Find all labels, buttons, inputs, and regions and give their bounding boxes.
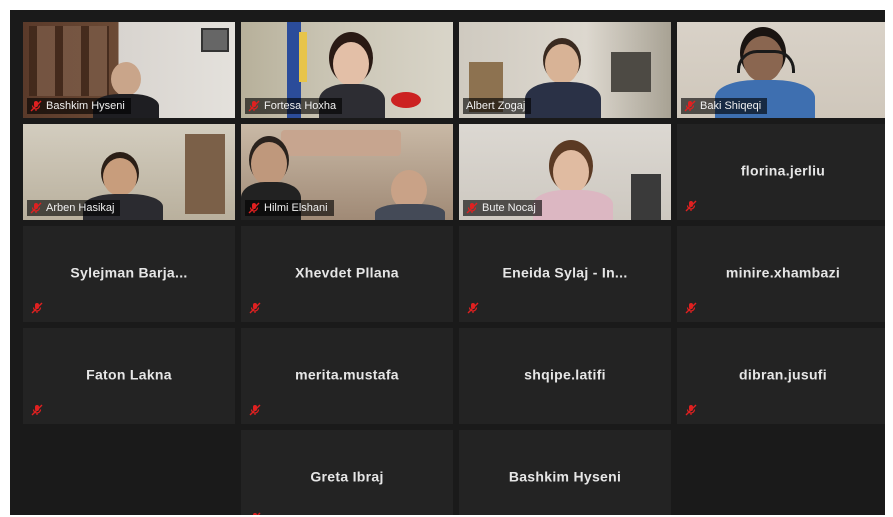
participant-tile-bashkim-hyseni[interactable]: Bashkim Hyseni <box>459 430 671 515</box>
participant-tile-faton-lakna[interactable]: Faton Lakna <box>23 328 235 424</box>
name-tag: Hilmi Elshani <box>245 200 334 216</box>
participant-name: Bashkim Hyseni <box>46 100 125 112</box>
microphone-muted-icon <box>249 302 261 314</box>
microphone-muted-icon <box>253 512 261 515</box>
microphone-muted-icon <box>31 404 43 416</box>
microphone-muted-icon <box>248 100 260 112</box>
participant-name: Xhevdet Pllana <box>295 264 399 281</box>
microphone-muted-icon <box>31 302 43 314</box>
participant-name: Baki Shiqeqi <box>700 100 762 112</box>
name-tag: Albert Zogaj <box>463 98 532 114</box>
participant-tile-albert-zogaj-video[interactable]: Albert Zogaj <box>459 22 671 118</box>
microphone-muted-icon <box>685 200 697 212</box>
microphone-muted-icon <box>248 202 260 214</box>
participant-tile-shqipe-latifi[interactable]: shqipe.latifi <box>459 328 671 424</box>
participant-tile-dibran-jusufi[interactable]: dibran.jusufi <box>677 328 885 424</box>
participant-name: Greta Ibraj <box>310 468 384 485</box>
name-tag: Bashkim Hyseni <box>27 98 131 114</box>
name-tag: Arben Hasikaj <box>27 200 121 216</box>
microphone-muted-icon <box>684 100 696 112</box>
participant-tile-merita-mustafa[interactable]: merita.mustafa <box>241 328 453 424</box>
name-tag: Baki Shiqeqi <box>681 98 768 114</box>
name-tag: Bute Nocaj <box>463 200 542 216</box>
participant-name: Arben Hasikaj <box>46 202 115 214</box>
participant-name: Hilmi Elshani <box>264 202 328 214</box>
participant-name: Albert Zogaj <box>466 100 526 112</box>
participant-tile-baki-shiqeqi-video[interactable]: Baki Shiqeqi <box>677 22 885 118</box>
microphone-muted-icon <box>30 100 42 112</box>
microphone-muted-icon <box>685 302 697 314</box>
meeting-gallery: Bashkim Hyseni Fortesa Hoxha Albert Zoga… <box>10 10 885 515</box>
participant-tile-minire-xhambazi[interactable]: minire.xhambazi <box>677 226 885 322</box>
participant-tile-bute-nocaj-video[interactable]: Bute Nocaj <box>459 124 671 220</box>
microphone-muted-icon <box>466 202 478 214</box>
participant-name: Bute Nocaj <box>482 202 536 214</box>
participant-tile-xhevdet-pllana[interactable]: Xhevdet Pllana <box>241 226 453 322</box>
participant-name: Fortesa Hoxha <box>264 100 337 112</box>
participant-name: Eneida Sylaj - In... <box>502 264 628 281</box>
participant-tile-hilmi-elshani-video[interactable]: Hilmi Elshani <box>241 124 453 220</box>
microphone-muted-icon <box>249 404 261 416</box>
microphone-muted-icon <box>467 302 479 314</box>
participant-tile-greta-ibraj[interactable]: Greta Ibraj <box>241 430 453 515</box>
participant-name: dibran.jusufi <box>739 366 827 383</box>
participant-tile-bashkim-hyseni-video[interactable]: Bashkim Hyseni <box>23 22 235 118</box>
participant-name: Sylejman Barja... <box>70 264 188 281</box>
participant-name: merita.mustafa <box>295 366 399 383</box>
participant-name: Faton Lakna <box>86 366 172 383</box>
microphone-muted-icon <box>685 404 697 416</box>
participant-tile-arben-hasikaj-video[interactable]: Arben Hasikaj <box>23 124 235 220</box>
microphone-muted-icon <box>30 202 42 214</box>
name-tag: Fortesa Hoxha <box>245 98 343 114</box>
participant-name: minire.xhambazi <box>725 264 841 281</box>
participant-name: Bashkim Hyseni <box>508 468 622 485</box>
participant-tile-sylejman-barja[interactable]: Sylejman Barja... <box>23 226 235 322</box>
participant-tile-eneida-sylaj[interactable]: Eneida Sylaj - In... <box>459 226 671 322</box>
participant-tile-florina-jerliu[interactable]: florina.jerliu <box>677 124 885 220</box>
participant-name: florina.jerliu <box>740 162 826 179</box>
participant-name: shqipe.latifi <box>524 366 606 383</box>
participant-tile-fortesa-hoxha-video[interactable]: Fortesa Hoxha <box>241 22 453 118</box>
